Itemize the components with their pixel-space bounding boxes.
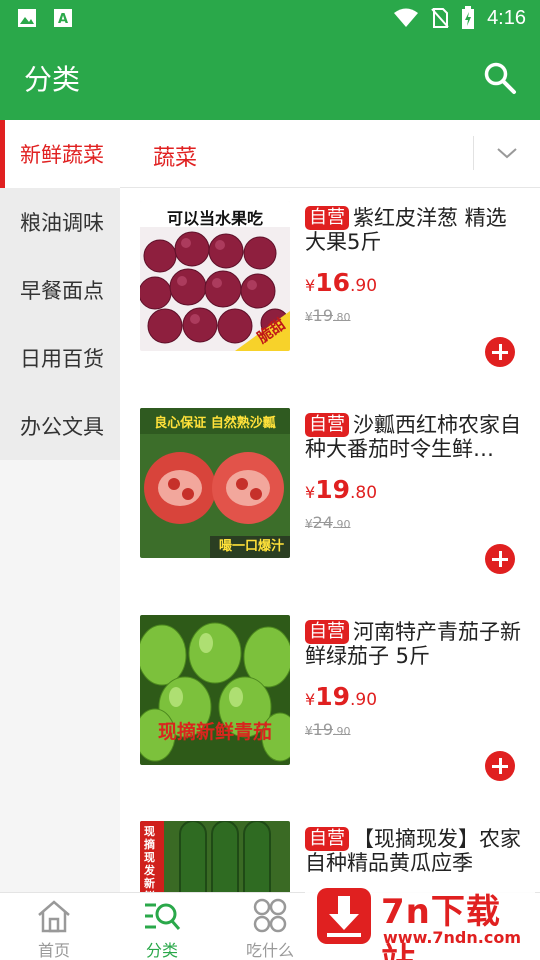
status-time: 4:16 — [487, 6, 526, 29]
sidebar-item-label: 办公文具 — [20, 415, 104, 439]
sidebar-item-breakfast[interactable]: 早餐面点 — [0, 256, 120, 324]
product-title: 自营 【现摘现发】农家自种精品黄瓜应季 — [305, 827, 525, 875]
product-card[interactable]: 可以当水果吃 脆甜 自营 紫红皮洋葱 精选大果5斤 ¥16.90 ¥19.80 — [120, 188, 540, 395]
sub-category-bar: 蔬菜 — [120, 120, 540, 188]
orig-currency: ¥ — [305, 724, 313, 738]
product-card[interactable]: 现摘新鲜青茄 自营 河南特产青茄子新鲜绿茄子 5斤 ¥19.90 ¥19.90 — [120, 602, 540, 809]
product-price: ¥19.90 — [305, 682, 377, 711]
page-title: 分类 — [24, 63, 81, 96]
download-logo-icon — [317, 888, 371, 944]
add-to-cart-button[interactable] — [485, 751, 515, 781]
image-caption: 可以当水果吃 — [166, 209, 263, 228]
image-notification-icon — [18, 9, 36, 27]
product-price: ¥19.80 — [305, 475, 377, 504]
original-price: ¥24.90 — [305, 513, 351, 532]
sidebar-item-daily-goods[interactable]: 日用百货 — [0, 324, 120, 392]
app-notification-icon: A — [54, 9, 72, 27]
nav-label: 分类 — [145, 941, 178, 960]
battery-icon — [462, 6, 475, 29]
nav-home[interactable]: 首页 — [9, 897, 99, 960]
orig-integer: 19 — [312, 306, 333, 325]
product-image: 良心保证 自然熟沙瓤 嘬一口爆汁 — [140, 408, 290, 558]
home-icon — [38, 900, 70, 933]
product-image: 现摘新鲜青茄 — [140, 615, 290, 765]
sidebar-item-label: 早餐面点 — [20, 279, 104, 303]
sidebar-item-grain-oil[interactable]: 粮油调味 — [0, 188, 120, 256]
price-decimal: .90 — [349, 690, 378, 710]
product-image: 可以当水果吃 脆甜 — [140, 201, 290, 351]
site-watermark: 7n下载站 www.7ndn.com — [305, 878, 535, 960]
tab-vegetables[interactable]: 蔬菜 — [153, 140, 197, 172]
add-to-cart-button[interactable] — [485, 337, 515, 367]
price-integer: 19 — [315, 475, 350, 504]
grid-icon — [253, 898, 287, 933]
orig-decimal: .80 — [333, 311, 351, 324]
product-price: ¥16.90 — [305, 268, 377, 297]
sidebar-item-fresh-vegetables[interactable]: 新鲜蔬菜 — [0, 120, 120, 188]
original-price: ¥19.80 — [305, 306, 351, 325]
wifi-icon — [394, 8, 419, 27]
self-operated-badge: 自营 — [305, 413, 349, 437]
category-icon — [145, 903, 181, 930]
watermark-title: 7n下载站 — [381, 892, 501, 960]
no-sim-icon — [431, 8, 449, 28]
product-title: 自营 紫红皮洋葱 精选大果5斤 — [305, 206, 525, 254]
app-bar: 分类 — [0, 36, 540, 120]
self-operated-badge: 自营 — [305, 620, 349, 644]
sidebar-item-label: 新鲜蔬菜 — [20, 143, 104, 167]
status-bar: A 4:16 — [0, 0, 540, 36]
product-image: 现摘现发新鲜 — [140, 821, 290, 892]
price-integer: 16 — [315, 268, 350, 297]
orig-decimal: .90 — [333, 725, 351, 738]
orig-integer: 19 — [312, 720, 333, 739]
sidebar-item-label: 日用百货 — [20, 347, 104, 371]
search-icon[interactable] — [482, 60, 518, 96]
self-operated-badge: 自营 — [305, 827, 349, 851]
product-title: 自营 沙瓤西红柿农家自种大番茄时令生鲜… — [305, 413, 525, 461]
original-price: ¥19.90 — [305, 720, 351, 739]
price-currency: ¥ — [305, 690, 316, 709]
watermark-url: www.7ndn.com — [383, 928, 521, 947]
image-caption: 现摘新鲜青茄 — [157, 721, 272, 743]
image-caption: 现摘现发新鲜 — [144, 825, 155, 892]
orig-decimal: .90 — [333, 518, 351, 531]
self-operated-badge: 自营 — [305, 206, 349, 230]
price-decimal: .90 — [349, 276, 378, 296]
nav-label: 吃什么 — [245, 941, 294, 960]
orig-integer: 24 — [312, 513, 333, 532]
price-decimal: .80 — [349, 483, 378, 503]
orig-currency: ¥ — [305, 310, 313, 324]
add-to-cart-button[interactable] — [485, 544, 515, 574]
category-sidebar: 新鲜蔬菜 粮油调味 早餐面点 日用百货 办公文具 — [0, 120, 120, 892]
nav-category[interactable]: 分类 — [117, 897, 207, 960]
product-card[interactable]: 良心保证 自然熟沙瓤 嘬一口爆汁 自营 沙瓤西红柿农家自种大番茄时令生鲜… ¥19… — [120, 395, 540, 602]
nav-label: 首页 — [37, 941, 70, 960]
price-integer: 19 — [315, 682, 350, 711]
nav-what-to-eat[interactable]: 吃什么 — [225, 897, 315, 960]
product-title: 自营 河南特产青茄子新鲜绿茄子 5斤 — [305, 620, 525, 668]
divider — [473, 136, 474, 170]
chevron-down-icon[interactable] — [494, 142, 520, 164]
svg-text:A: A — [58, 12, 68, 27]
image-tag: 嘬一口爆汁 — [218, 539, 284, 554]
price-currency: ¥ — [305, 276, 316, 295]
price-currency: ¥ — [305, 483, 316, 502]
orig-currency: ¥ — [305, 517, 313, 531]
sidebar-item-label: 粮油调味 — [20, 211, 104, 235]
image-caption: 良心保证 自然熟沙瓤 — [154, 416, 276, 431]
sidebar-item-office-supplies[interactable]: 办公文具 — [0, 392, 120, 460]
